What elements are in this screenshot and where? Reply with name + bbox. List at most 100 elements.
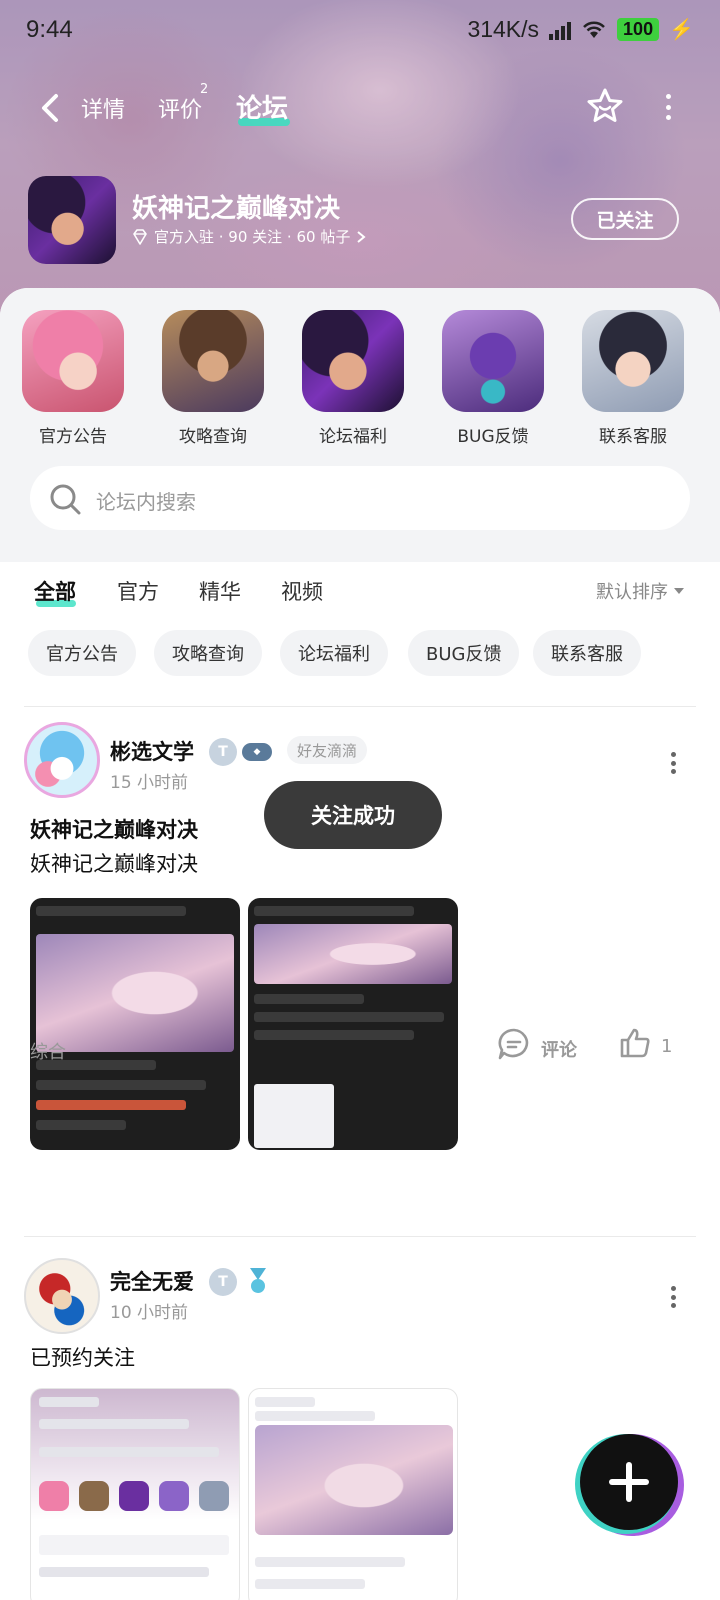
thumb-art <box>254 924 452 984</box>
post-time: 15 小时前 <box>110 773 189 793</box>
filter-tab-featured[interactable]: 精华 <box>199 576 241 606</box>
thumb-dot <box>39 1481 69 1511</box>
post-time: 10 小时前 <box>110 1303 189 1323</box>
shortcut-guides[interactable]: 攻略查询 <box>162 310 264 447</box>
battery-icon: 100 <box>617 18 660 41</box>
forum-content: 官方公告 攻略查询 论坛福利 BUG反馈 联系客服 论坛内搜索 全部 官方 精华… <box>0 288 720 1600</box>
plus-icon <box>609 1462 649 1502</box>
chip-customer-service[interactable]: 联系客服 <box>533 630 641 676</box>
game-meta[interactable]: 官方入驻 · 90 关注 · 60 帖子 <box>132 226 366 247</box>
thumb-bar <box>254 906 414 916</box>
chevron-right-icon <box>357 230 366 243</box>
forum-shortcuts: 官方公告 攻略查询 论坛福利 BUG反馈 联系客服 <box>22 310 712 450</box>
post-body: 妖神记之巅峰对决 <box>30 852 198 876</box>
more-options-icon[interactable] <box>666 94 672 120</box>
category-chips: 官方公告 攻略查询 论坛福利 BUG反馈 联系客服 <box>28 630 708 680</box>
search-placeholder: 论坛内搜索 <box>96 490 196 514</box>
thumb-bar <box>255 1397 315 1407</box>
post-more-icon[interactable] <box>671 1286 677 1308</box>
create-post-button[interactable] <box>580 1434 678 1530</box>
comment-icon[interactable] <box>496 1026 532 1062</box>
post-more-icon[interactable] <box>671 752 677 774</box>
followed-button[interactable]: 已关注 <box>571 198 679 240</box>
game-badge-icon: ◆ <box>242 743 272 761</box>
back-arrow-icon[interactable] <box>36 90 66 126</box>
shortcut-image <box>442 310 544 412</box>
shortcut-label: BUG反馈 <box>457 427 529 447</box>
shortcut-image <box>162 310 264 412</box>
post-body: 已预约关注 <box>30 1346 135 1370</box>
filter-tab-official[interactable]: 官方 <box>117 576 159 606</box>
thumb-dot <box>199 1481 229 1511</box>
official-diamond-icon <box>133 228 147 245</box>
thumb-bar <box>254 1012 444 1022</box>
thumb-dot <box>79 1481 109 1511</box>
game-header: 妖神记之巅峰对决 官方入驻 · 90 关注 · 60 帖子 已关注 <box>28 176 698 268</box>
thumb-bar <box>39 1447 219 1457</box>
post-category[interactable]: 综合 <box>30 1038 66 1064</box>
charging-icon: ⚡ <box>669 19 694 41</box>
filter-tab-video[interactable]: 视频 <box>281 576 323 606</box>
top-navigation: 详情 评价 2 论坛 <box>0 80 720 136</box>
post-image[interactable] <box>248 898 458 1150</box>
thumb-bar <box>255 1579 365 1589</box>
chip-announcements[interactable]: 官方公告 <box>28 630 136 676</box>
shortcut-benefits[interactable]: 论坛福利 <box>302 310 404 447</box>
thumb-bar <box>39 1567 209 1577</box>
thumb-bar <box>255 1411 375 1421</box>
forum-post[interactable]: 完全无爱 T 10 小时前 已预约关注 <box>0 1258 720 1600</box>
level-badge-icon: T <box>209 1268 237 1296</box>
shortcut-announcements[interactable]: 官方公告 <box>22 310 124 447</box>
post-image[interactable] <box>248 1388 458 1600</box>
status-bar: 9:44 314K/s 100 ⚡ <box>0 0 720 64</box>
shortcut-image <box>582 310 684 412</box>
post-username[interactable]: 彬选文学 <box>110 736 194 766</box>
status-time: 9:44 <box>26 16 73 43</box>
thumb-bar <box>254 1030 414 1040</box>
shortcut-label: 论坛福利 <box>319 427 387 447</box>
thumb-bar <box>36 1120 126 1130</box>
game-banner: 9:44 314K/s 100 ⚡ 详情 评价 2 论坛 妖神记之巅峰对决 官方… <box>0 0 720 320</box>
caret-down-icon <box>674 588 684 594</box>
friend-tag: 好友滴滴 <box>287 736 368 764</box>
avatar[interactable] <box>24 722 100 798</box>
sort-dropdown[interactable]: 默认排序 <box>596 578 684 604</box>
divider <box>24 706 696 707</box>
thumb-art <box>36 934 234 1052</box>
thumb-bar <box>39 1535 229 1555</box>
post-image[interactable] <box>30 1388 240 1600</box>
post-filter-tabs: 全部 官方 精华 视频 默认排序 <box>0 570 720 620</box>
game-title: 妖神记之巅峰对决 <box>132 194 341 224</box>
post-image[interactable] <box>30 898 240 1150</box>
thumb-bar <box>36 906 186 916</box>
signal-icon <box>549 20 572 40</box>
chip-guides[interactable]: 攻略查询 <box>154 630 262 676</box>
shortcut-label: 攻略查询 <box>179 427 247 447</box>
level-badge-icon: T <box>209 738 237 766</box>
thumb-bar <box>36 1080 206 1090</box>
filter-tab-all[interactable]: 全部 <box>34 576 76 606</box>
post-title: 妖神记之巅峰对决 <box>30 818 198 842</box>
thumb-art <box>255 1425 453 1535</box>
favorite-star-icon[interactable] <box>585 86 625 126</box>
forum-search-input[interactable]: 论坛内搜索 <box>30 466 690 530</box>
shortcut-customer-service[interactable]: 联系客服 <box>582 310 684 447</box>
thumbs-up-icon[interactable] <box>618 1026 652 1060</box>
divider <box>24 1236 696 1237</box>
shortcut-bug-report[interactable]: BUG反馈 <box>442 310 544 447</box>
chip-benefits[interactable]: 论坛福利 <box>280 630 388 676</box>
comment-label[interactable]: 评论 <box>541 1036 577 1062</box>
avatar[interactable] <box>24 1258 100 1334</box>
post-username[interactable]: 完全无爱 <box>110 1266 194 1296</box>
tab-reviews[interactable]: 评价 <box>158 92 202 124</box>
like-count: 1 <box>661 1036 673 1057</box>
shortcut-label: 官方公告 <box>39 427 107 447</box>
thumb-dot <box>119 1481 149 1511</box>
thumb-bar <box>254 994 364 1004</box>
shortcut-label: 联系客服 <box>599 427 667 447</box>
tab-forum[interactable]: 论坛 <box>236 88 288 125</box>
thumb-bar <box>36 1100 186 1110</box>
thumb-bar <box>39 1397 99 1407</box>
chip-bug-report[interactable]: BUG反馈 <box>408 630 520 676</box>
tab-details[interactable]: 详情 <box>81 92 125 124</box>
